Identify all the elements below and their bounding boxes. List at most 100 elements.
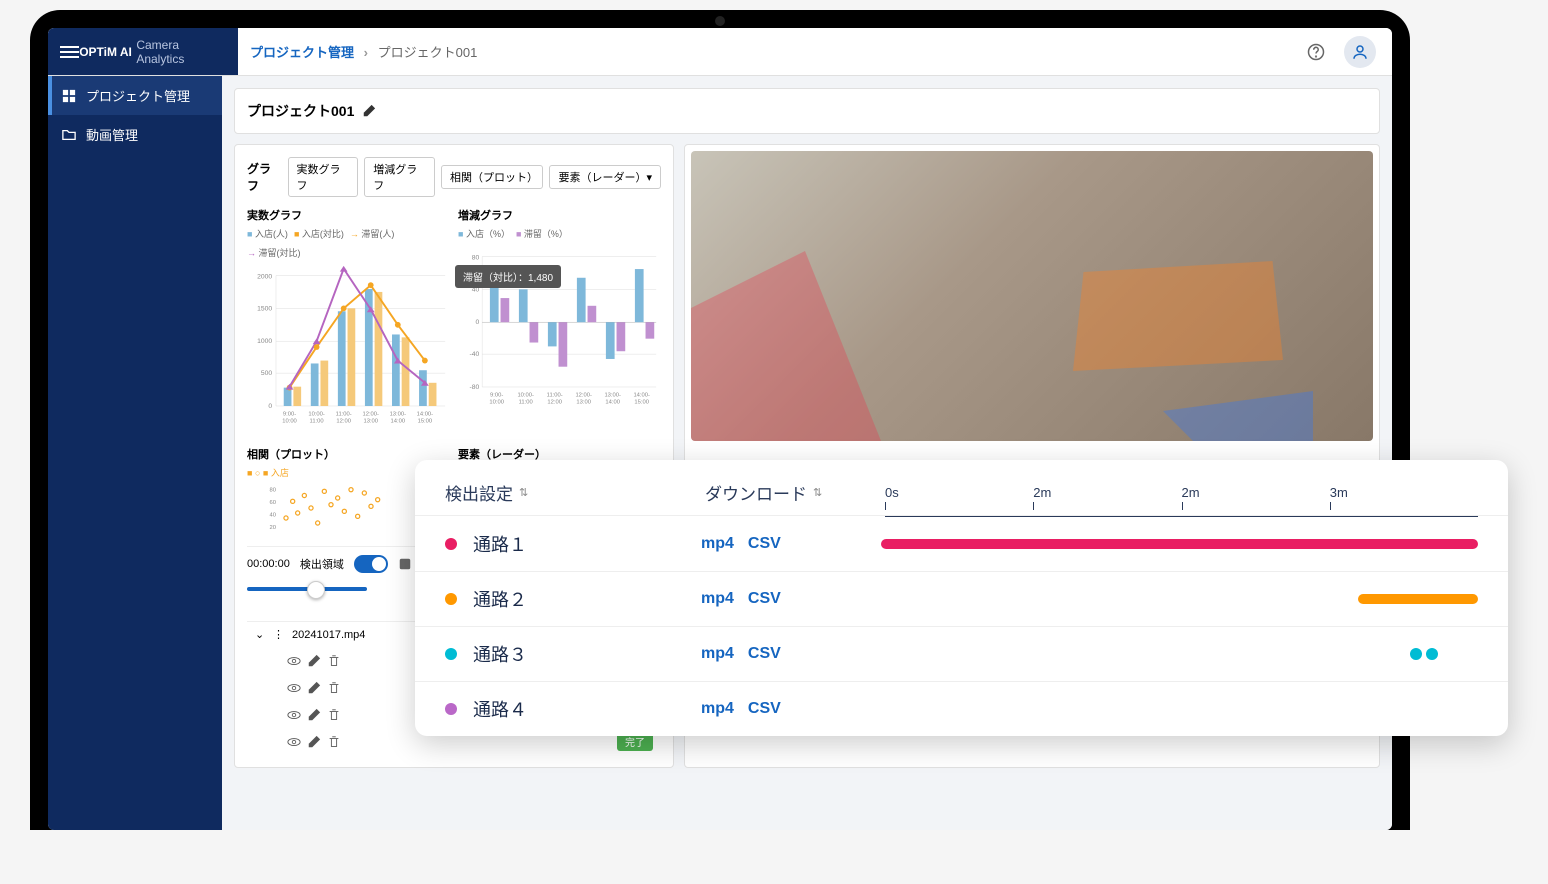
color-dot <box>445 538 457 550</box>
timeline-bar-4 <box>881 703 1478 715</box>
chart-delta-legend: 入店（%） 滞留（%） <box>458 227 661 240</box>
tab-actual[interactable]: 実数グラフ <box>288 157 359 197</box>
color-dot <box>445 703 457 715</box>
svg-text:13:00-: 13:00- <box>604 393 621 399</box>
chevron-down-icon: ▾ <box>646 171 652 184</box>
svg-text:12:00: 12:00 <box>336 418 351 424</box>
edit-icon[interactable] <box>307 735 321 749</box>
svg-text:9:00-: 9:00- <box>283 412 296 418</box>
download-mp4[interactable]: mp4 <box>701 700 734 718</box>
svg-text:12:00-: 12:00- <box>363 412 380 418</box>
graph-label: グラフ <box>247 160 282 194</box>
time-slider[interactable] <box>247 587 367 591</box>
trash-icon[interactable] <box>327 681 341 695</box>
download-csv[interactable]: CSV <box>748 700 781 718</box>
breadcrumb: プロジェクト管理 › プロジェクト001 <box>250 42 1288 61</box>
tab-radar[interactable]: 要素（レーダー） ▾ <box>549 165 661 189</box>
sort-icon[interactable]: ⇅ <box>519 486 528 499</box>
project-header-card: プロジェクト001 <box>234 88 1380 134</box>
topbar: OPTiM AI Camera Analytics プロジェクト管理 › プロジ… <box>48 28 1392 76</box>
eye-icon[interactable] <box>287 681 301 695</box>
detection-row-1: 通路１ mp4 CSV <box>415 517 1508 572</box>
detect-toggle[interactable] <box>354 555 388 573</box>
color-dot <box>445 593 457 605</box>
download-csv[interactable]: CSV <box>748 535 781 553</box>
svg-text:2000: 2000 <box>257 273 272 280</box>
svg-text:80: 80 <box>270 487 277 493</box>
time-display: 00:00:00 <box>247 558 290 570</box>
svg-text:10:00: 10:00 <box>282 418 297 424</box>
trash-icon[interactable] <box>327 708 341 722</box>
svg-text:1500: 1500 <box>257 305 272 312</box>
brand-sub: Camera Analytics <box>136 38 226 66</box>
chart-actual-svg: 0500100015002000 <box>247 263 450 433</box>
more-icon[interactable]: ⋮ <box>273 628 284 641</box>
chart-delta: 増減グラフ 入店（%） 滞留（%） <box>458 207 661 438</box>
svg-text:14:00-: 14:00- <box>417 412 434 418</box>
timeline-bar-3 <box>881 648 1478 660</box>
download-mp4[interactable]: mp4 <box>701 645 734 663</box>
svg-text:10:00-: 10:00- <box>517 393 534 399</box>
chart-actual: 実数グラフ 入店(人) 入店(対比) 滞留(人) 滞留(対比) <box>247 207 450 438</box>
svg-text:14:00-: 14:00- <box>633 393 650 399</box>
breadcrumb-current: プロジェクト001 <box>378 45 478 60</box>
svg-text:13:00-: 13:00- <box>390 412 407 418</box>
sidebar-item-videos[interactable]: 動画管理 <box>48 115 222 154</box>
sidebar-label-videos: 動画管理 <box>86 125 138 144</box>
user-icon[interactable] <box>1344 36 1376 68</box>
detect-label: 検出領域 <box>300 556 344 572</box>
svg-text:10:00-: 10:00- <box>308 412 325 418</box>
svg-text:40: 40 <box>270 512 277 518</box>
video-preview[interactable] <box>691 151 1373 441</box>
eye-icon[interactable] <box>287 654 301 668</box>
svg-text:12:00: 12:00 <box>547 399 562 405</box>
detection-zone-blue <box>1163 391 1313 441</box>
detection-zone-red <box>691 251 881 441</box>
grid-icon <box>62 89 76 103</box>
folder-icon <box>62 128 76 142</box>
file-name: 20241017.mp4 <box>292 629 365 641</box>
trash-icon[interactable] <box>327 735 341 749</box>
edit-icon[interactable] <box>307 654 321 668</box>
edit-icon[interactable] <box>307 681 321 695</box>
svg-text:12:00-: 12:00- <box>575 393 592 399</box>
col-download[interactable]: ダウンロード ⇅ <box>705 480 885 505</box>
row-name: 通路１ <box>473 531 701 557</box>
help-icon[interactable] <box>1300 36 1332 68</box>
chart-tooltip: 滞留（対比）：1,480 <box>455 265 561 288</box>
svg-text:-40: -40 <box>470 351 480 358</box>
topbar-brand-area: OPTiM AI Camera Analytics <box>48 28 238 75</box>
breadcrumb-root[interactable]: プロジェクト管理 <box>250 45 354 60</box>
timeline-header: 0s 2m 2m 3m <box>885 485 1478 500</box>
download-csv[interactable]: CSV <box>748 645 781 663</box>
eye-icon[interactable] <box>287 735 301 749</box>
svg-text:60: 60 <box>270 500 277 506</box>
tab-scatter[interactable]: 相関（プロット） <box>441 165 543 189</box>
eye-icon[interactable] <box>287 708 301 722</box>
trash-icon[interactable] <box>327 654 341 668</box>
settings-icon[interactable] <box>398 557 412 571</box>
svg-text:14:00: 14:00 <box>605 399 620 405</box>
color-dot <box>445 648 457 660</box>
svg-text:-80: -80 <box>470 384 480 391</box>
edit-icon[interactable] <box>362 104 376 118</box>
svg-text:20: 20 <box>270 525 277 531</box>
svg-text:11:00: 11:00 <box>310 418 324 424</box>
chevron-down-icon[interactable]: ⌄ <box>255 628 265 641</box>
svg-text:0: 0 <box>476 319 480 326</box>
tab-delta[interactable]: 増減グラフ <box>364 157 435 197</box>
row-name: 通路２ <box>473 586 701 612</box>
col-detect[interactable]: 検出設定 ⇅ <box>445 480 705 505</box>
detection-table: 検出設定 ⇅ ダウンロード ⇅ 0s 2m 2m 3m 通路１ mp4 CSV … <box>415 460 1508 736</box>
sidebar-item-projects[interactable]: プロジェクト管理 <box>48 76 222 115</box>
sort-icon[interactable]: ⇅ <box>813 486 822 499</box>
svg-text:11:00-: 11:00- <box>547 393 563 399</box>
row-name: 通路３ <box>473 641 701 667</box>
download-csv[interactable]: CSV <box>748 590 781 608</box>
download-mp4[interactable]: mp4 <box>701 590 734 608</box>
row-name: 通路４ <box>473 696 701 722</box>
download-mp4[interactable]: mp4 <box>701 535 734 553</box>
menu-icon[interactable] <box>60 43 79 61</box>
svg-text:14:00: 14:00 <box>391 418 406 424</box>
edit-icon[interactable] <box>307 708 321 722</box>
